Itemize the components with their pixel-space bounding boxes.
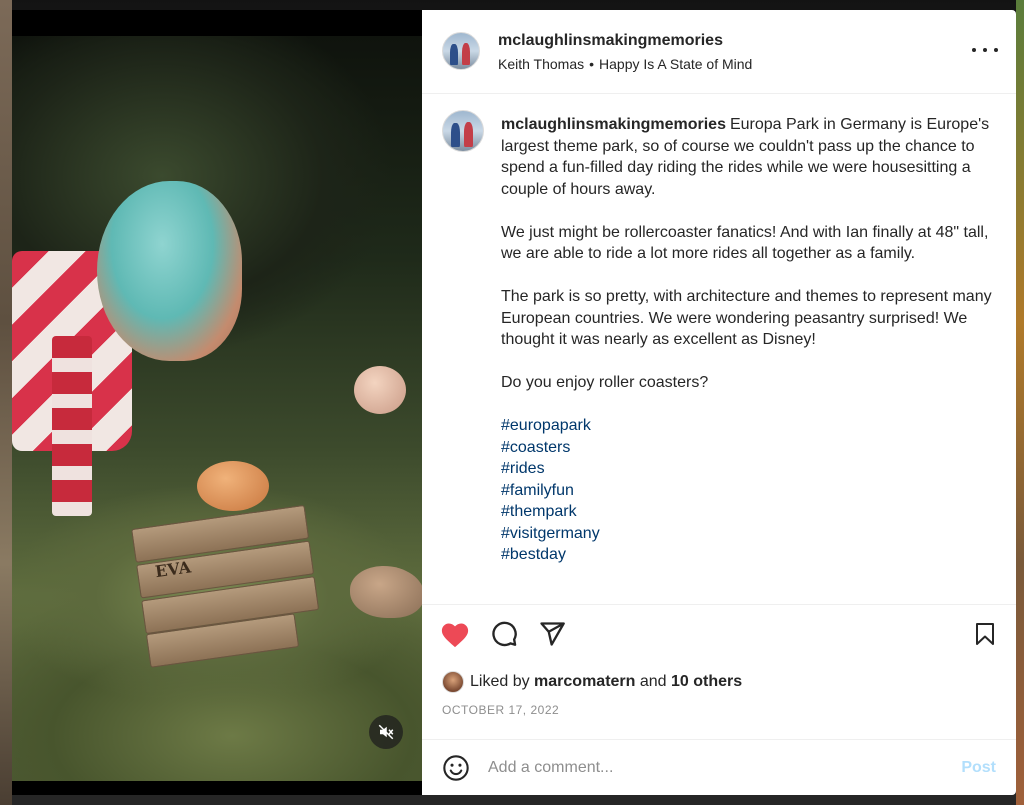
likes-connector: and	[639, 673, 667, 690]
post-media[interactable]: EVA	[12, 10, 422, 795]
caption-avatar[interactable]	[442, 110, 484, 152]
emoji-button[interactable]	[442, 754, 470, 782]
profile-avatar[interactable]	[442, 32, 480, 70]
rock	[350, 566, 422, 618]
hashtag-link[interactable]: #europapark	[501, 415, 996, 437]
likes-others-link[interactable]: 10 others	[671, 673, 742, 691]
egg-pink	[354, 366, 406, 414]
caption-text-2: We just might be rollercoaster fanatics!…	[501, 223, 989, 263]
hashtag-link[interactable]: #bestday	[501, 544, 996, 566]
dinosaur-head	[97, 181, 242, 361]
liker-avatar[interactable]	[442, 671, 464, 693]
egg-orange	[197, 461, 269, 511]
heart-filled-icon	[441, 623, 469, 648]
comment-composer: Post	[422, 739, 1016, 795]
caption-text-4: Do you enjoy roller coasters?	[501, 374, 709, 391]
send-icon	[540, 622, 565, 646]
more-icon-dot	[994, 48, 998, 52]
caption-paragraph: mclaughlinsmakingmemories Europa Park in …	[501, 114, 996, 200]
caption: mclaughlinsmakingmemories Europa Park in …	[501, 114, 996, 566]
audio-info[interactable]: Keith Thomas • Happy Is A State of Mind	[498, 56, 752, 72]
hashtag-link[interactable]: #coasters	[501, 437, 996, 459]
share-button[interactable]	[537, 619, 567, 649]
header-username[interactable]: mclaughlinsmakingmemories	[498, 32, 723, 50]
save-button[interactable]	[970, 619, 1000, 649]
audio-title[interactable]: Happy Is A State of Mind	[599, 56, 752, 72]
background-tile-left	[0, 0, 12, 805]
scarf-tail	[52, 336, 92, 516]
likes-prefix: Liked by	[470, 673, 530, 690]
mute-button[interactable]	[369, 715, 403, 749]
hashtag-link[interactable]: #rides	[501, 458, 996, 480]
hashtag-link[interactable]: #visitgermany	[501, 523, 996, 545]
action-bar	[422, 604, 1016, 660]
like-button[interactable]	[440, 619, 470, 649]
post-photo: EVA	[12, 36, 422, 781]
more-icon-dot	[983, 48, 987, 52]
volume-muted-icon	[378, 724, 394, 740]
caption-username[interactable]: mclaughlinsmakingmemories	[501, 116, 726, 133]
separator-dot: •	[589, 56, 595, 72]
caption-text-3: The park is so pretty, with architecture…	[501, 288, 992, 348]
caption-scroll-area[interactable]: mclaughlinsmakingmemories Europa Park in …	[422, 94, 1016, 604]
post-header: mclaughlinsmakingmemories Keith Thomas • H…	[422, 10, 1016, 94]
post-comment-button[interactable]: Post	[961, 759, 996, 777]
post-date[interactable]: OCTOBER 17, 2022	[442, 703, 559, 717]
bookmark-icon	[976, 623, 994, 645]
emoji-icon	[443, 755, 469, 781]
audio-artist[interactable]: Keith Thomas	[498, 56, 584, 72]
comment-button[interactable]	[489, 619, 519, 649]
comment-icon	[492, 621, 517, 647]
post-details-panel: mclaughlinsmakingmemories Keith Thomas • H…	[422, 10, 1016, 795]
more-options-button[interactable]	[972, 40, 998, 60]
liker-username[interactable]: marcomatern	[534, 673, 635, 691]
comment-input[interactable]	[488, 754, 928, 782]
hashtag-link[interactable]: #familyfun	[501, 480, 996, 502]
more-icon-dot	[972, 48, 976, 52]
likes-summary: Liked by marcomatern and 10 others	[442, 670, 742, 694]
wooden-sign: EVA	[131, 504, 329, 668]
background-tile-right	[1016, 0, 1024, 805]
hashtag-link[interactable]: #thempark	[501, 501, 996, 523]
hashtag-list: #europapark #coasters #rides #familyfun …	[501, 415, 996, 566]
